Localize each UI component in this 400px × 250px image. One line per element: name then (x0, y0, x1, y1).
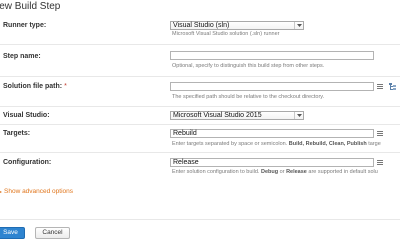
required-mark: * (64, 83, 67, 90)
row-divider (0, 106, 400, 107)
row-divider (0, 152, 400, 153)
visual-studio-select[interactable]: Microsoft Visual Studio 2015 (170, 111, 304, 120)
step-name-input[interactable] (170, 51, 374, 60)
solution-path-hint: The specified path should be relative to… (172, 94, 325, 100)
file-tree-icon[interactable] (389, 83, 396, 90)
solution-path-label-text: Solution file path: (3, 83, 63, 90)
targets-label: Targets: (3, 130, 31, 137)
show-advanced-options-label: Show advanced options (4, 188, 74, 195)
targets-hint: Enter targets separated by space or semi… (172, 141, 381, 147)
configuration-value: Release (173, 159, 199, 166)
configuration-label: Configuration: (3, 159, 52, 166)
chevron-down-icon (294, 22, 303, 29)
show-advanced-options-link[interactable]: Show advanced options (0, 188, 73, 195)
page-title: New Build Step (0, 1, 61, 12)
row-divider (0, 76, 400, 77)
cancel-button[interactable]: Cancel (35, 227, 70, 239)
targets-input[interactable]: Rebuild (170, 129, 374, 138)
step-name-label: Step name: (3, 53, 41, 60)
save-button[interactable]: Save (0, 227, 25, 239)
visual-studio-label: Visual Studio: (3, 112, 50, 119)
solution-path-label: Solution file path: * (3, 83, 67, 90)
chevron-right-icon (0, 190, 2, 193)
step-name-hint: Optional, specify to distinguish this bu… (172, 63, 325, 69)
runner-type-label: Runner type: (3, 22, 47, 29)
targets-value: Rebuild (173, 130, 197, 137)
configuration-input[interactable]: Release (170, 158, 374, 167)
runner-type-hint: Microsoft Visual Studio solution (.sln) … (172, 31, 280, 37)
visual-studio-value: Microsoft Visual Studio 2015 (173, 112, 262, 119)
runner-type-select[interactable]: Visual Studio (sln) (170, 21, 304, 30)
runner-type-value: Visual Studio (sln) (173, 22, 230, 29)
row-divider (0, 44, 400, 45)
row-divider (0, 124, 400, 125)
list-icon[interactable] (377, 159, 384, 166)
chevron-down-icon (294, 112, 303, 119)
list-icon[interactable] (377, 130, 384, 137)
configuration-hint: Enter solution configuration to build. D… (172, 169, 378, 175)
list-icon[interactable] (377, 83, 384, 90)
solution-path-input[interactable] (170, 82, 374, 91)
footer-divider (0, 219, 400, 220)
